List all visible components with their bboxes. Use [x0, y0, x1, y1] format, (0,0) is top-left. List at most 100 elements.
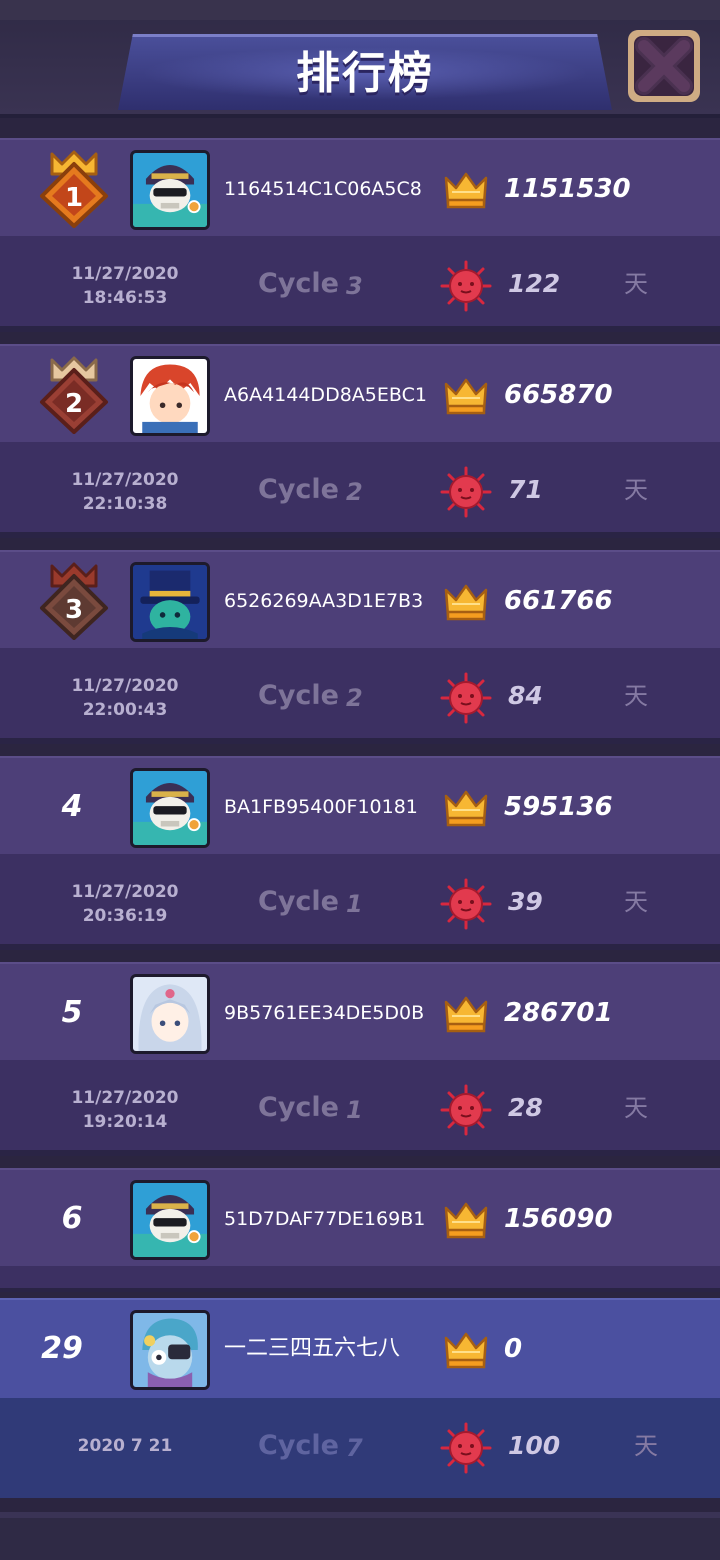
crown-icon [444, 1330, 488, 1370]
record-datetime: 11/27/2020 22:00:43 [60, 674, 190, 722]
virus-icon [440, 466, 492, 518]
virus-icon [440, 672, 492, 724]
close-x-icon [628, 30, 700, 102]
player-avatar[interactable] [130, 562, 210, 642]
crown-icon [444, 994, 488, 1034]
my-rank-entry[interactable]: 29 一二三四五六七八 0 2020 7 21 Cycle 7 100 天 [0, 1298, 720, 1498]
virus-icon [440, 260, 492, 312]
rank-number: 6 [61, 1201, 83, 1236]
days-count: 71 [508, 475, 543, 504]
my-days-count: 100 [508, 1431, 561, 1460]
entry-detail-row: 11/27/2020 19:20:14 Cycle 1 28 天 [0, 1060, 720, 1156]
record-datetime: 11/27/2020 19:20:14 [60, 1086, 190, 1134]
leaderboard-entry-4[interactable]: 4 BA1FB95400F10181 595136 11/27/2020 20:… [0, 756, 720, 950]
day-unit: 天 [634, 1432, 658, 1460]
player-avatar[interactable] [130, 356, 210, 436]
gold-rank-medal-icon: 1 [40, 150, 108, 228]
my-avatar[interactable] [130, 1310, 210, 1390]
player-id: A6A4144DD8A5EBC1 [224, 384, 427, 406]
leaderboard-entry-1[interactable]: 1 1164514C1C06A5C8 1151530 11/27/2020 18… [0, 138, 720, 332]
crown-icon [444, 788, 488, 828]
day-unit: 天 [624, 476, 648, 504]
record-date: 11/27/2020 [71, 676, 179, 696]
cycle-number: 3 [346, 272, 363, 300]
entry-detail-row: 11/27/2020 18:46:53 Cycle 3 122 天 [0, 236, 720, 332]
player-score: 665870 [504, 380, 613, 410]
player-id: 9B5761EE34DE5D0B [224, 1002, 425, 1024]
days-count: 28 [508, 1093, 543, 1122]
entry-main-row: 2 A6A4144DD8A5EBC1 665870 [0, 344, 720, 442]
player-id: BA1FB95400F10181 [224, 796, 418, 818]
cycle-number: 2 [346, 478, 363, 506]
day-unit: 天 [624, 682, 648, 710]
page-title: 排行榜 [296, 48, 434, 99]
cycle-number: 2 [346, 684, 363, 712]
entry-detail-row: 11/27/2020 22:10:38 Cycle 2 71 天 [0, 442, 720, 538]
record-datetime: 11/27/2020 20:36:19 [60, 880, 190, 928]
entry-main-row: 3 6526269AA3D1E7B3 661766 [0, 550, 720, 648]
rank-number: 4 [61, 789, 83, 824]
medal-rank-number: 3 [65, 595, 83, 625]
cycle-number: 1 [346, 1096, 363, 1124]
entry-detail-row: 11/27/2020 20:36:19 Cycle 1 39 天 [0, 854, 720, 950]
my-cycle-number: 7 [346, 1434, 363, 1462]
crown-icon [444, 582, 488, 622]
entry-main-row: 1 1164514C1C06A5C8 1151530 [0, 138, 720, 236]
player-avatar[interactable] [130, 974, 210, 1054]
my-main-row: 29 一二三四五六七八 0 [0, 1298, 720, 1398]
record-date: 11/27/2020 [71, 882, 179, 902]
rank-number: 5 [61, 995, 83, 1030]
leaderboard-entry-3[interactable]: 3 6526269AA3D1E7B3 661766 11/27/2020 22:… [0, 550, 720, 744]
record-time: 19:20:14 [82, 1112, 168, 1132]
virus-icon [440, 1422, 492, 1474]
leaderboard-entry-2[interactable]: 2 A6A4144DD8A5EBC1 665870 11/27/2020 22:… [0, 344, 720, 538]
medal-rank-number: 2 [65, 389, 83, 419]
medal-rank-number: 1 [65, 183, 83, 213]
record-datetime: 11/27/2020 22:10:38 [60, 468, 190, 516]
leaderboard-list[interactable]: 1 1164514C1C06A5C8 1151530 11/27/2020 18… [0, 138, 720, 1292]
day-unit: 天 [624, 1094, 648, 1122]
player-score: 156090 [504, 1204, 613, 1234]
header-bar: 排行榜 [0, 0, 720, 118]
cycle-label: Cycle [258, 886, 339, 917]
record-date: 11/27/2020 [71, 1088, 179, 1108]
my-record-date: 2020 7 21 [77, 1436, 173, 1456]
crown-icon [444, 376, 488, 416]
entry-main-row: 5 9B5761EE34DE5D0B 286701 [0, 962, 720, 1060]
day-unit: 天 [624, 270, 648, 298]
player-avatar[interactable] [130, 1180, 210, 1260]
crown-icon [444, 170, 488, 210]
crown-icon [444, 1200, 488, 1240]
player-score: 1151530 [504, 174, 631, 204]
record-date: 11/27/2020 [71, 264, 179, 284]
player-id: 51D7DAF77DE169B1 [224, 1208, 426, 1230]
player-score: 595136 [504, 792, 613, 822]
leaderboard-entry-5[interactable]: 5 9B5761EE34DE5D0B 286701 11/27/2020 19:… [0, 962, 720, 1156]
days-count: 84 [508, 681, 543, 710]
cycle-label: Cycle [258, 1430, 339, 1461]
record-time: 18:46:53 [82, 288, 168, 308]
days-count: 122 [508, 269, 561, 298]
my-detail-row: 2020 7 21 Cycle 7 100 天 [0, 1398, 720, 1498]
cycle-label: Cycle [258, 474, 339, 505]
entry-detail-row: 11/27/2020 22:00:43 Cycle 2 84 天 [0, 648, 720, 744]
bronze-rank-medal-icon: 3 [40, 562, 108, 640]
day-unit: 天 [624, 888, 648, 916]
virus-icon [440, 1084, 492, 1136]
player-score: 286701 [504, 998, 613, 1028]
record-time: 22:00:43 [82, 700, 168, 720]
player-score: 661766 [504, 586, 613, 616]
player-id: 6526269AA3D1E7B3 [224, 590, 424, 612]
silver-rank-medal-icon: 2 [40, 356, 108, 434]
cycle-label: Cycle [258, 680, 339, 711]
player-avatar[interactable] [130, 768, 210, 848]
record-time: 22:10:38 [82, 494, 168, 514]
entry-main-row: 4 BA1FB95400F10181 595136 [0, 756, 720, 854]
cycle-label: Cycle [258, 268, 339, 299]
player-avatar[interactable] [130, 150, 210, 230]
days-count: 39 [508, 887, 543, 916]
cycle-label: Cycle [258, 1092, 339, 1123]
leaderboard-entry-6[interactable]: 6 51D7DAF77DE169B1 156090 [0, 1168, 720, 1292]
record-datetime: 11/27/2020 18:46:53 [60, 262, 190, 310]
close-button[interactable] [626, 28, 702, 104]
